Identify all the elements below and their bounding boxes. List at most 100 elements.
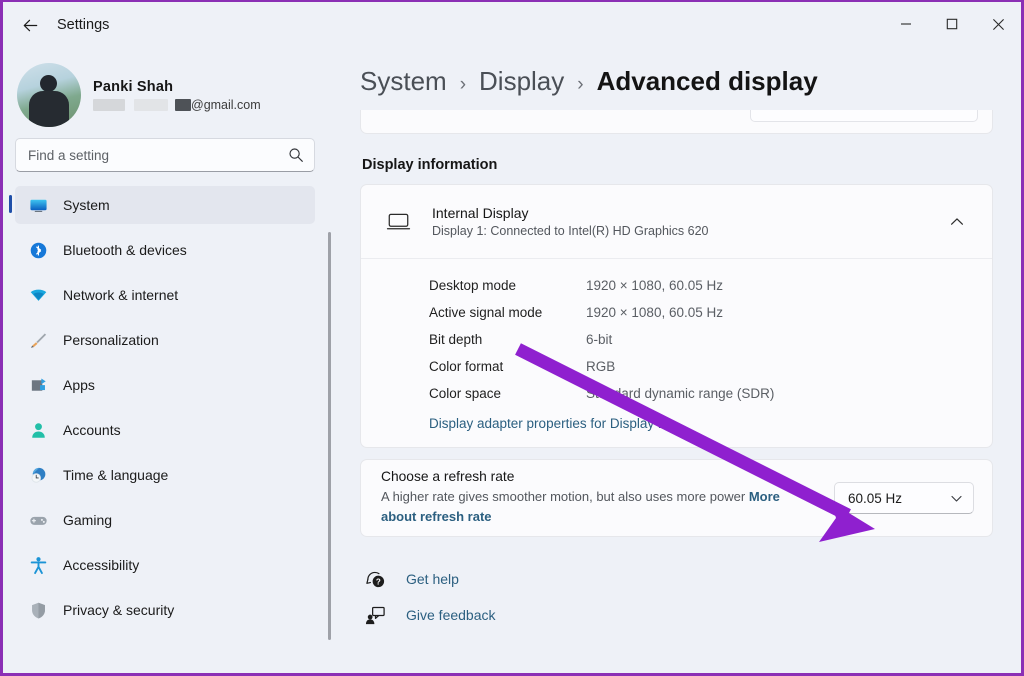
settings-scroll-area: Display information Internal Display Dis… [333,110,1021,633]
app-title: Settings [57,17,110,33]
sidebar-item-label: Apps [63,377,95,393]
system-icon [27,194,49,216]
detail-value: 1920 × 1080, 60.05 Hz [586,278,723,293]
feedback-icon [362,605,388,626]
detail-row: Color format RGB [361,353,992,380]
refresh-rate-value: 60.05 Hz [848,490,903,506]
display-subtitle: Display 1: Connected to Intel(R) HD Grap… [432,224,709,238]
paintbrush-icon [27,329,49,351]
search-section [3,128,333,172]
detail-value: 6-bit [586,332,613,347]
maximize-button[interactable] [929,2,975,46]
sidebar-item-personalization[interactable]: Personalization [15,321,315,359]
bluetooth-icon [27,239,49,261]
search-box[interactable] [15,138,315,172]
search-input[interactable] [28,147,288,163]
redacted-email-part [175,98,191,111]
detail-row: Bit depth 6-bit [361,326,992,353]
sidebar: Panki Shah @gmail.com Find a setting Sys… [3,48,333,673]
breadcrumb-display[interactable]: Display [479,66,564,97]
detail-value: RGB [586,359,616,374]
footer-links: ? Get help Give feedback [360,561,993,633]
get-help-label: Get help [406,571,459,587]
sidebar-item-label: Personalization [63,332,159,348]
breadcrumb-system[interactable]: System [360,66,447,97]
account-section[interactable]: Panki Shah @gmail.com [3,48,333,128]
accessibility-icon [27,554,49,576]
get-help-link[interactable]: ? Get help [362,561,993,597]
section-title-display-information: Display information [362,157,498,173]
main-content: System › Display › Advanced display Disp… [333,48,1021,673]
back-arrow-icon [23,19,37,31]
email-domain: @gmail.com [191,97,261,112]
sidebar-item-time-language[interactable]: Time & language [15,456,315,494]
detail-value: Standard dynamic range (SDR) [586,386,775,401]
partial-card-above [360,110,993,134]
sidebar-item-label: System [63,197,110,213]
sidebar-item-label: Accessibility [63,557,140,573]
gamepad-icon [27,509,49,531]
settings-window: Settings Panki Shah @gmail.com Find a se… [0,0,1024,676]
sidebar-item-accessibility[interactable]: Accessibility [15,546,315,584]
sidebar-item-accounts[interactable]: Accounts [15,411,315,449]
refresh-rate-dropdown[interactable]: 60.05 Hz [834,482,974,514]
shield-icon [27,599,49,621]
display-name: Internal Display [432,205,529,221]
breadcrumb-separator: › [459,74,467,95]
sidebar-item-label: Network & internet [63,287,179,303]
sidebar-item-gaming[interactable]: Gaming [15,501,315,539]
breadcrumb: System › Display › Advanced display [333,48,1021,97]
sidebar-scrollbar[interactable] [328,232,331,640]
detail-row: Color space Standard dynamic range (SDR) [361,380,992,407]
detail-key: Bit depth [429,332,483,347]
detail-row: Desktop mode 1920 × 1080, 60.05 Hz [361,272,992,299]
apps-icon [27,374,49,396]
detail-key: Active signal mode [429,305,543,320]
detail-key: Color format [429,359,504,374]
window-controls [883,2,1021,46]
refresh-rate-description: A higher rate gives smoother motion, but… [381,487,811,527]
monitor-icon [383,209,413,234]
avatar [17,63,81,127]
detail-value: 1920 × 1080, 60.05 Hz [586,305,723,320]
title-bar: Settings [3,2,1021,48]
back-button[interactable] [11,9,49,41]
display-information-card: Internal Display Display 1: Connected to… [360,184,993,448]
sidebar-item-system[interactable]: System [9,186,315,224]
ghost-dropdown [750,110,978,122]
maximize-icon [946,18,958,30]
account-email: @gmail.com [93,98,261,112]
display-adapter-properties-link[interactable]: Display adapter properties for Display 1 [361,416,665,431]
breadcrumb-separator: › [577,74,584,95]
sidebar-item-apps[interactable]: Apps [15,366,315,404]
close-icon [992,18,1004,30]
give-feedback-link[interactable]: Give feedback [362,597,993,633]
sidebar-item-label: Time & language [63,467,169,483]
detail-key: Color space [429,386,502,401]
page-title: Advanced display [596,66,818,96]
sidebar-item-network-internet[interactable]: Network & internet [15,276,315,314]
redacted-email-part [93,98,125,111]
sidebar-item-privacy-security[interactable]: Privacy & security [15,591,315,629]
network-icon [27,284,49,306]
refresh-rate-title: Choose a refresh rate [381,468,515,484]
accounts-icon [27,419,49,441]
sidebar-item-label: Privacy & security [63,602,175,618]
account-name: Panki Shah [93,78,174,95]
sidebar-item-bluetooth-devices[interactable]: Bluetooth & devices [15,231,315,269]
search-icon[interactable] [288,147,304,163]
sidebar-item-label: Gaming [63,512,113,528]
display-details: Desktop mode 1920 × 1080, 60.05 Hz Activ… [361,258,992,447]
clock-icon [27,464,49,486]
close-button[interactable] [975,2,1021,46]
refresh-rate-desc-text: A higher rate gives smoother motion, but… [381,488,746,504]
help-icon: ? [362,569,388,590]
svg-text:?: ? [375,577,380,586]
chevron-up-icon[interactable] [942,207,972,237]
give-feedback-label: Give feedback [406,607,496,623]
refresh-rate-card: Choose a refresh rate A higher rate give… [360,459,993,537]
display-header[interactable]: Internal Display Display 1: Connected to… [361,185,992,258]
minimize-button[interactable] [883,2,929,46]
detail-row: Active signal mode 1920 × 1080, 60.05 Hz [361,299,992,326]
chevron-down-icon [951,495,962,502]
